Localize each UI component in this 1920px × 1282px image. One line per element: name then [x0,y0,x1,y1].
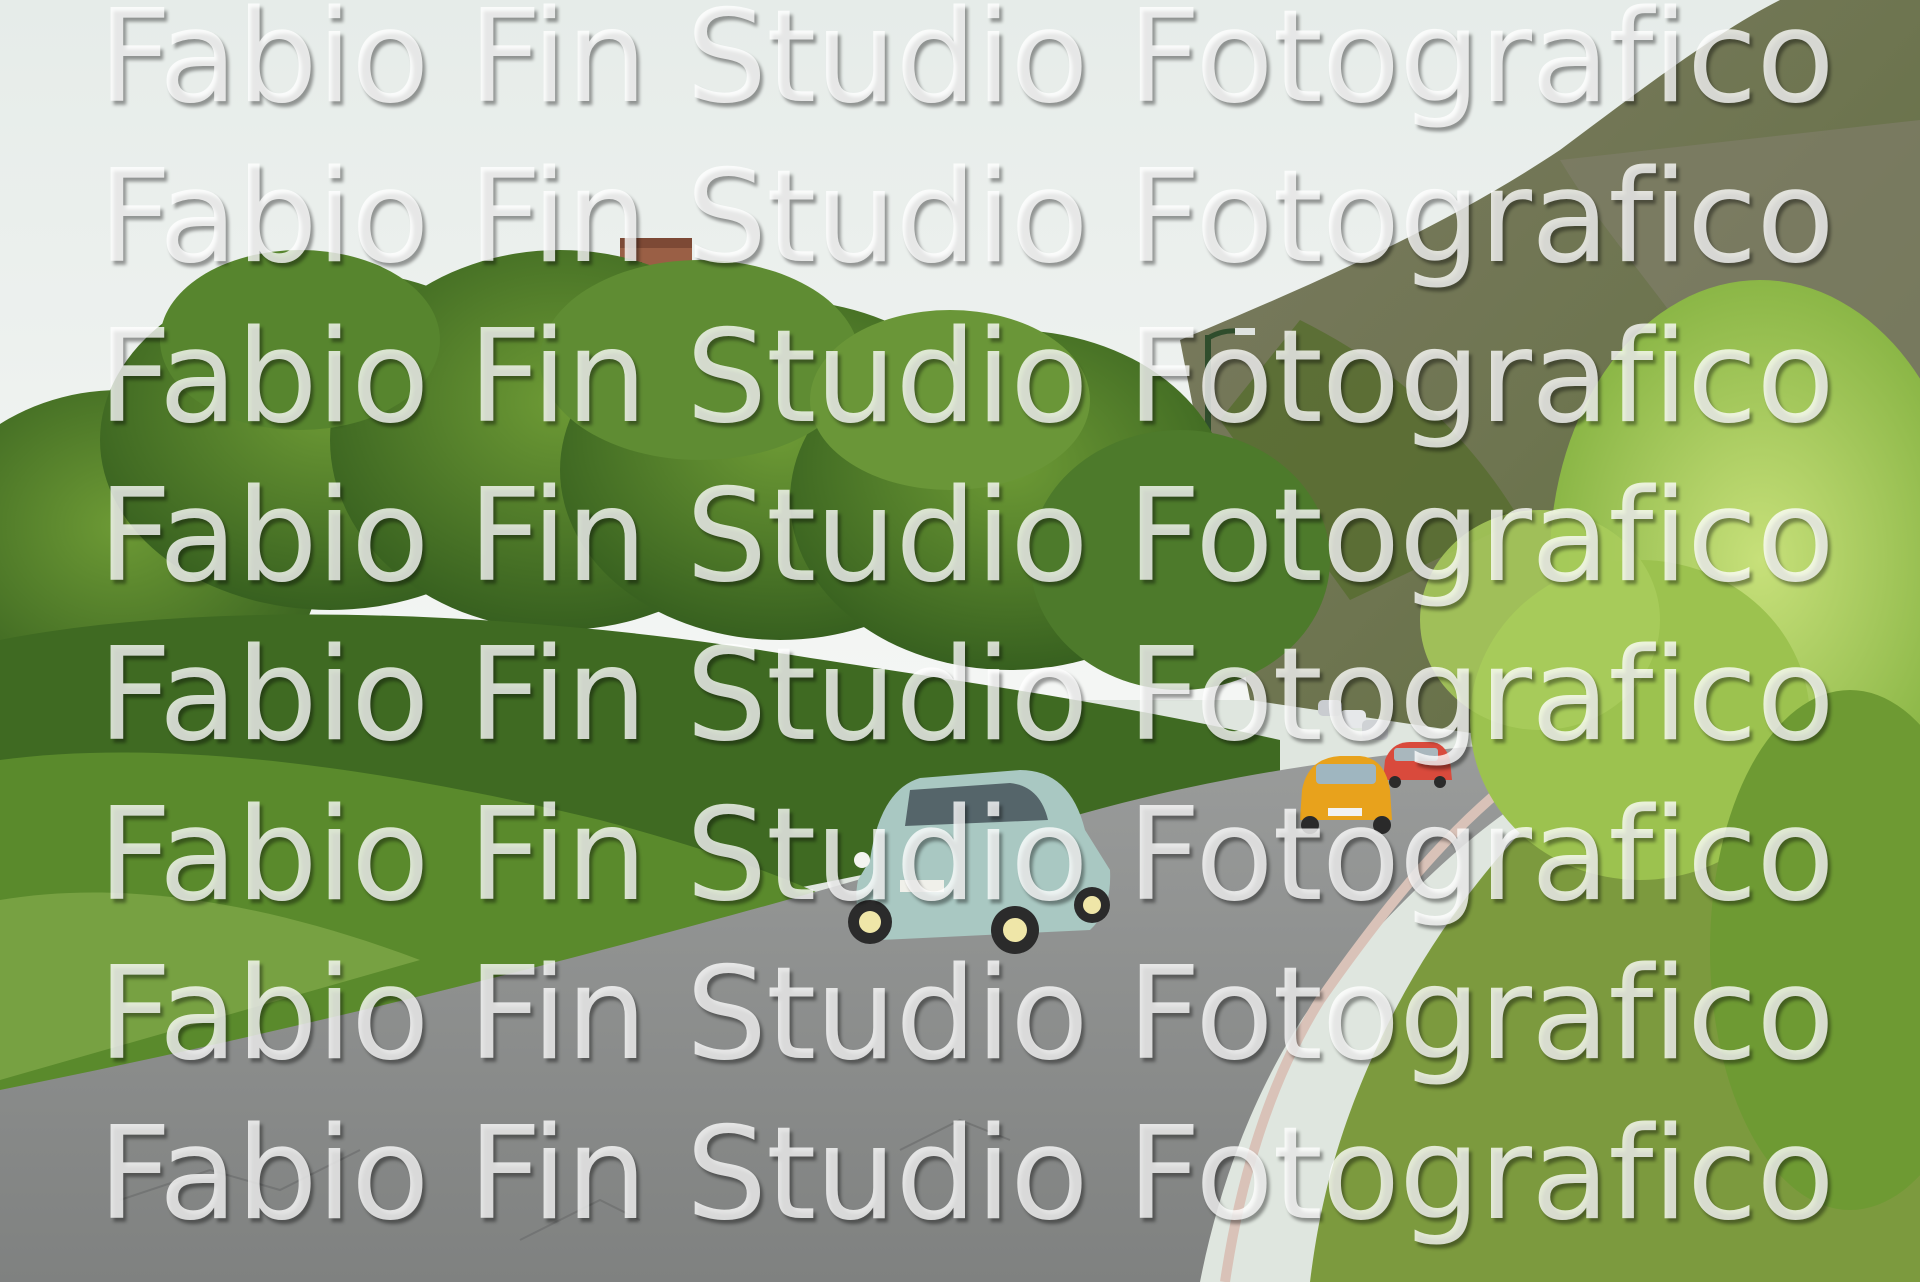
photograph [0,0,1920,1282]
photo-stage: Fabio Fin Studio Fotografico Fabio Fin S… [0,0,1920,1282]
